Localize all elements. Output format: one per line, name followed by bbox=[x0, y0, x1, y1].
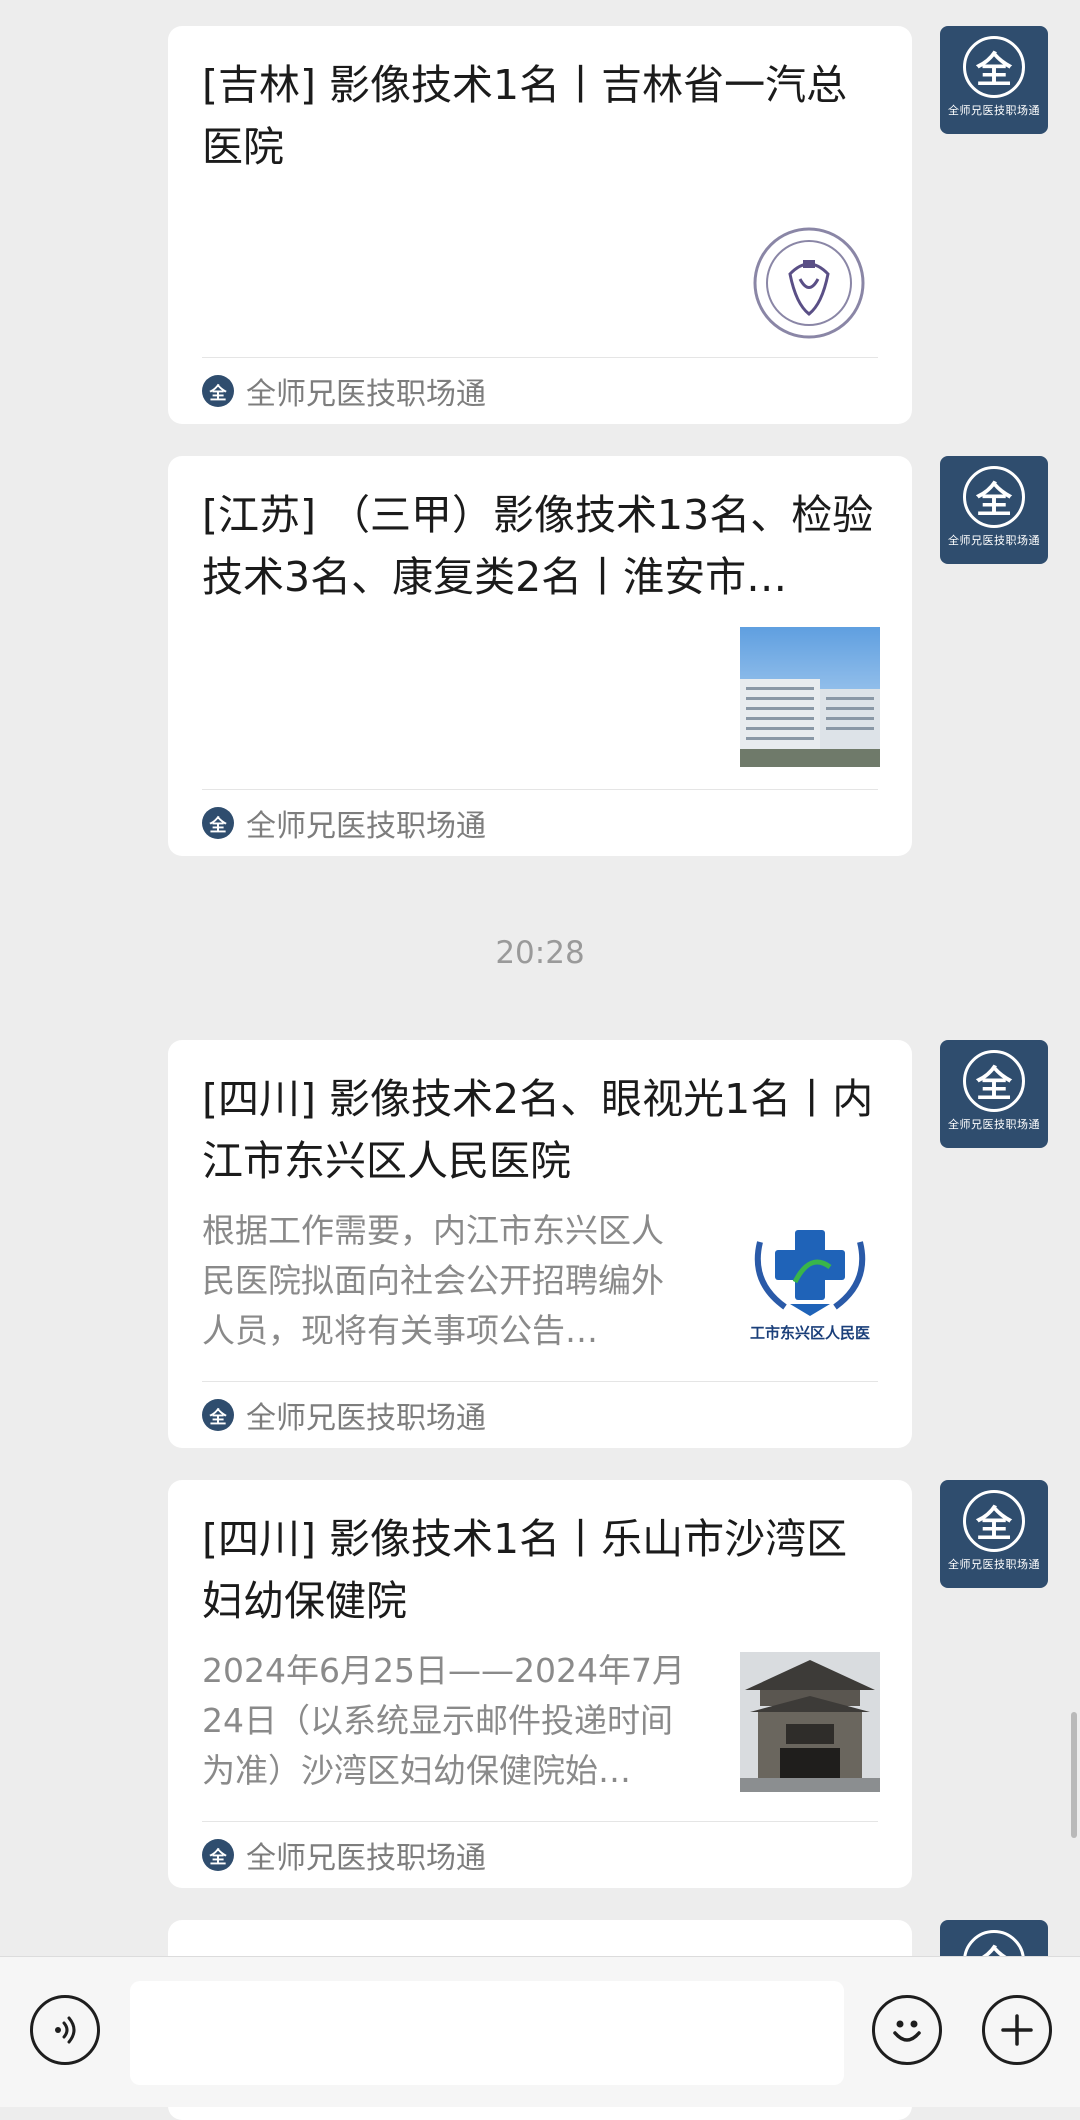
more-functions-button[interactable] bbox=[982, 1995, 1052, 2065]
article-title: [江苏] （三甲）影像技术13名、检验技术3名、康复类2名丨淮安市… bbox=[202, 491, 874, 601]
avatar-caption: 全师兄医技职场通 bbox=[948, 104, 1040, 117]
voice-input-button[interactable] bbox=[30, 1995, 100, 2065]
article-title: [吉林] 影像技术1名丨吉林省一汽总医院 bbox=[202, 61, 848, 171]
card-source: 全 全师兄医技职场通 bbox=[202, 1821, 878, 1888]
source-name: 全师兄医技职场通 bbox=[246, 809, 486, 844]
article-title: [四川] 影像技术1名丨乐山市沙湾区妇幼保健院 bbox=[202, 1515, 848, 1625]
account-logo-icon: 全 bbox=[202, 807, 234, 839]
sender-avatar[interactable]: 全 全师兄医技职场通 bbox=[940, 1480, 1048, 1588]
source-name: 全师兄医技职场通 bbox=[246, 377, 486, 412]
quan-logo-icon: 全 bbox=[963, 1050, 1025, 1112]
hospital-building-thumbnail bbox=[740, 627, 880, 767]
emoji-icon bbox=[893, 2020, 921, 2042]
account-logo-icon: 全 bbox=[202, 375, 234, 407]
card-source: 全 全师兄医技职场通 bbox=[202, 1381, 878, 1448]
source-name: 全师兄医技职场通 bbox=[246, 1841, 486, 1876]
article-summary: 根据工作需要，内江市东兴区人民医院拟面向社会公开招聘编外人员，现将有关事项公告… bbox=[202, 1211, 664, 1350]
hospital-logo-thumbnail: 工市东兴区人民医 bbox=[740, 1212, 880, 1352]
article-card[interactable]: [江苏] （三甲）影像技术13名、检验技术3名、康复类2名丨淮安市… 全 全师兄… bbox=[168, 456, 912, 856]
avatar-caption: 全师兄医技职场通 bbox=[948, 1118, 1040, 1131]
sender-avatar[interactable]: 全 全师兄医技职场通 bbox=[940, 1040, 1048, 1148]
quan-logo-icon: 全 bbox=[963, 466, 1025, 528]
article-card[interactable]: [吉林] 影像技术1名丨吉林省一汽总医院 全 全师兄医技职场通 bbox=[168, 26, 912, 424]
article-title: [四川] 影像技术2名、眼视光1名丨内江市东兴区人民医院 bbox=[202, 1075, 874, 1185]
article-card[interactable]: [四川] 影像技术2名、眼视光1名丨内江市东兴区人民医院 根据工作需要，内江市东… bbox=[168, 1040, 912, 1448]
chat-input-bar bbox=[0, 1956, 1080, 2107]
hospital-seal-thumbnail bbox=[750, 224, 868, 342]
message-input[interactable] bbox=[130, 1981, 844, 2085]
source-name: 全师兄医技职场通 bbox=[246, 1401, 486, 1436]
account-logo-icon: 全 bbox=[202, 1839, 234, 1871]
avatar-caption: 全师兄医技职场通 bbox=[948, 534, 1040, 547]
article-card[interactable]: [四川] 影像技术1名丨乐山市沙湾区妇幼保健院 2024年6月25日——2024… bbox=[168, 1480, 912, 1888]
voice-icon bbox=[55, 2016, 76, 2044]
scrollbar-thumb[interactable] bbox=[1071, 1712, 1077, 1838]
sender-avatar[interactable]: 全 全师兄医技职场通 bbox=[940, 26, 1048, 134]
card-source: 全 全师兄医技职场通 bbox=[202, 789, 878, 856]
article-summary: 2024年6月25日——2024年7月24日（以系统显示邮件投递时间为准）沙湾区… bbox=[202, 1651, 685, 1790]
avatar-caption: 全师兄医技职场通 bbox=[948, 1558, 1040, 1571]
quan-logo-icon: 全 bbox=[963, 36, 1025, 98]
quan-logo-icon: 全 bbox=[963, 1490, 1025, 1552]
sender-avatar[interactable]: 全 全师兄医技职场通 bbox=[940, 456, 1048, 564]
account-logo-icon: 全 bbox=[202, 1399, 234, 1431]
card-source: 全 全师兄医技职场通 bbox=[202, 357, 878, 424]
plus-icon bbox=[1001, 2014, 1033, 2046]
pavilion-photo-thumbnail bbox=[740, 1652, 880, 1792]
emoji-button[interactable] bbox=[872, 1995, 942, 2065]
thumbnail-caption: 工市东兴区人民医 bbox=[749, 1324, 870, 1342]
chat-timestamp: 20:28 bbox=[495, 935, 585, 971]
